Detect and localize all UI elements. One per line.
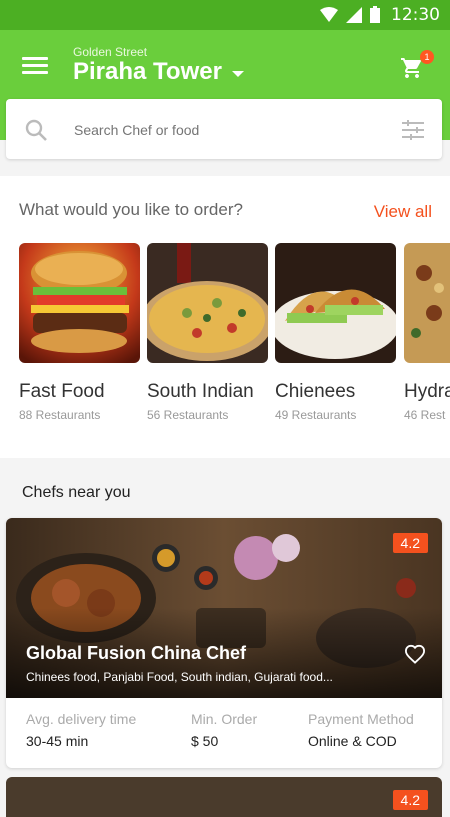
chef-card[interactable]: 4.2 — [6, 777, 442, 817]
payment-method-value: Online & COD — [308, 733, 397, 749]
category-name: Chienees — [275, 381, 356, 402]
delivery-time-value: 30-45 min — [26, 733, 89, 749]
min-order-value: $ 50 — [191, 733, 219, 749]
order-section: What would you like to order? View all F… — [0, 176, 450, 458]
search-input[interactable] — [72, 117, 376, 143]
category-chienees[interactable]: Chienees 49 Restaurants — [275, 243, 396, 422]
cart-button[interactable]: 1 — [400, 50, 434, 82]
cart-badge: 1 — [420, 50, 434, 64]
wifi-icon — [320, 6, 338, 22]
chefs-section-title: Chefs near you — [22, 484, 131, 501]
heart-icon[interactable] — [404, 644, 426, 664]
delivery-time-label: Avg. delivery time — [26, 711, 137, 727]
order-section-title: What would you like to order? — [19, 200, 243, 219]
pizza-image — [147, 243, 268, 363]
status-bar: 12:30 — [0, 0, 450, 30]
status-time: 12:30 — [391, 5, 440, 25]
search-bar — [6, 99, 442, 159]
status-icons — [320, 6, 380, 23]
category-count: 56 Restaurants — [147, 408, 229, 422]
payment-method-label: Payment Method — [308, 711, 414, 727]
location-selector[interactable]: Piraha Tower — [73, 58, 244, 86]
filter-icon[interactable] — [402, 120, 424, 140]
tacos-image — [275, 243, 396, 363]
category-count: 46 Rest — [404, 408, 446, 422]
location-subtitle: Golden Street — [73, 45, 148, 59]
location-title: Piraha Tower — [73, 58, 222, 85]
category-count: 88 Restaurants — [19, 408, 101, 422]
payment-method-info: Payment Method Online & COD — [308, 711, 414, 749]
biryani-image — [404, 243, 450, 363]
chef-name: Global Fusion China Chef — [26, 643, 246, 663]
menu-icon[interactable] — [22, 53, 48, 75]
category-name: South Indian — [147, 381, 254, 402]
category-hydra[interactable]: Hydra 46 Rest — [404, 243, 450, 422]
search-icon — [25, 119, 47, 141]
delivery-time-info: Avg. delivery time 30-45 min — [26, 711, 136, 749]
burger-image — [19, 243, 140, 363]
min-order-info: Min. Order $ 50 — [191, 711, 257, 749]
rating-badge: 4.2 — [392, 533, 428, 553]
view-all-link[interactable]: View all — [374, 202, 432, 222]
category-list: Fast Food 88 Restaurants South Indian 56… — [19, 243, 450, 433]
rating-badge: 4.2 — [392, 790, 428, 810]
category-south-indian[interactable]: South Indian 56 Restaurants — [147, 243, 268, 422]
chef-cuisine: Chinees food, Panjabi Food, South indian… — [26, 670, 333, 684]
category-name: Hydra — [404, 381, 450, 402]
battery-icon — [370, 6, 380, 23]
dropdown-caret-icon — [231, 71, 244, 77]
chef-card[interactable]: 4.2 Global Fusion China Chef Chinees foo… — [6, 518, 442, 768]
category-count: 49 Restaurants — [275, 408, 357, 422]
category-fast-food[interactable]: Fast Food 88 Restaurants — [19, 243, 140, 422]
signal-icon — [346, 6, 362, 23]
min-order-label: Min. Order — [191, 711, 258, 727]
category-name: Fast Food — [19, 381, 105, 402]
